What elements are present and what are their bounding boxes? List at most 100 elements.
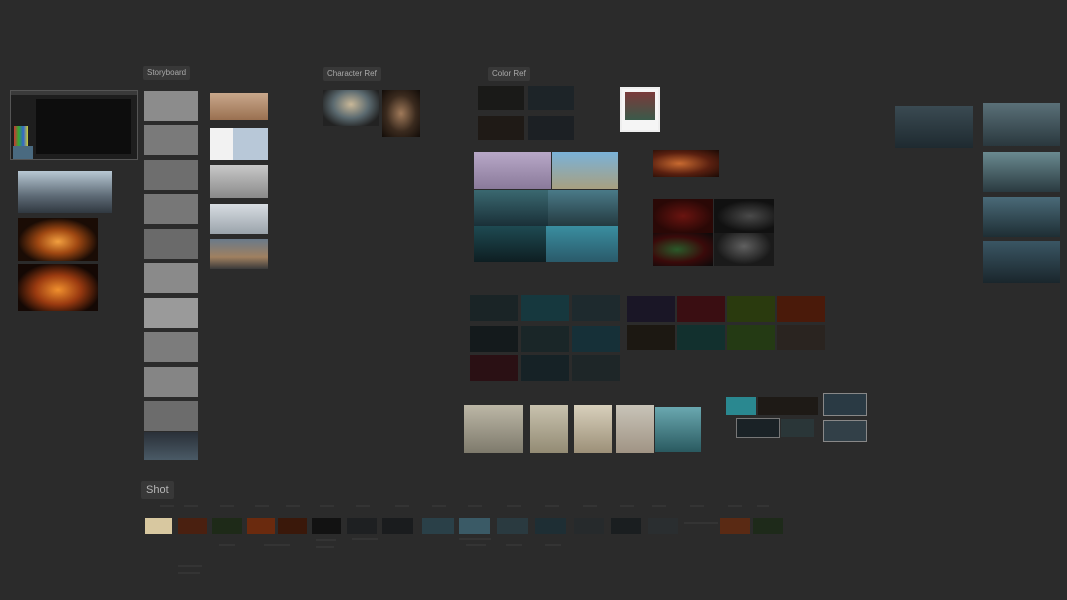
fog-ref-tree[interactable]: [464, 405, 523, 453]
shot-note[interactable]: [178, 572, 200, 574]
section-label-character-ref[interactable]: Character Ref: [323, 67, 381, 81]
shot-note[interactable]: [652, 505, 666, 507]
storyboard-frame-8[interactable]: [144, 332, 198, 362]
shot-thumb-11[interactable]: [497, 518, 528, 534]
shot-note[interactable]: [286, 505, 300, 507]
shot-note[interactable]: [583, 505, 597, 507]
shot-thumb-1[interactable]: [145, 518, 172, 534]
dark-ref-8[interactable]: [521, 355, 569, 381]
color-ref-green-room[interactable]: [653, 233, 713, 266]
shot-note[interactable]: [178, 565, 202, 567]
storyboard-frame-2[interactable]: [144, 125, 198, 155]
reference-image-software-screenshot[interactable]: [10, 90, 138, 160]
small-ref-dark-2[interactable]: [736, 418, 780, 438]
storyboard-frame-1[interactable]: [144, 91, 198, 121]
shot-note[interactable]: [356, 505, 370, 507]
shot-thumb-4[interactable]: [247, 518, 275, 534]
color-ref-night-1[interactable]: [478, 86, 524, 110]
shot-thumb-13[interactable]: [574, 518, 604, 534]
color-ref-teal-tunnel[interactable]: [474, 226, 546, 262]
color-ref-red-room[interactable]: [653, 199, 713, 233]
section-label-shot[interactable]: Shot: [141, 481, 174, 499]
dark-ref-4[interactable]: [470, 326, 518, 352]
storyboard-frame-10[interactable]: [144, 401, 198, 431]
mixed-ref-5[interactable]: [627, 325, 675, 350]
dark-ref-7[interactable]: [470, 355, 518, 381]
dark-ref-9[interactable]: [572, 355, 620, 381]
dark-ref-3[interactable]: [572, 295, 620, 321]
shot-thumb-10[interactable]: [459, 518, 490, 534]
color-ref-dark-door[interactable]: [714, 199, 774, 233]
small-ref-dark-1[interactable]: [758, 397, 818, 415]
section-label-storyboard[interactable]: Storyboard: [143, 66, 191, 80]
character-ref-hooded-figure[interactable]: [323, 90, 379, 126]
shot-thumb-8[interactable]: [382, 518, 413, 534]
shot-note[interactable]: [468, 505, 482, 507]
fog-ref-forest[interactable]: [530, 405, 568, 453]
color-ref-corridor[interactable]: [714, 233, 774, 266]
shot-note[interactable]: [507, 505, 521, 507]
color-ref-night-4[interactable]: [528, 116, 574, 140]
small-ref-teal[interactable]: [726, 397, 756, 415]
shot-thumb-9[interactable]: [422, 518, 454, 534]
fog-ref-teal[interactable]: [655, 407, 701, 452]
dark-ref-1[interactable]: [470, 295, 518, 321]
storyboard-frame-7[interactable]: [144, 298, 198, 328]
shot-thumb-12[interactable]: [535, 518, 566, 534]
storyboard-frame-3[interactable]: [144, 160, 198, 190]
color-ref-teal-mountains[interactable]: [548, 190, 618, 226]
shot-note[interactable]: [255, 505, 269, 507]
shot-thumb-5[interactable]: [278, 518, 307, 534]
color-ref-blue-sky[interactable]: [552, 152, 618, 189]
shot-note[interactable]: [690, 505, 704, 507]
shot-thumb-16[interactable]: [720, 518, 750, 534]
small-ref-ui-2[interactable]: [823, 420, 867, 442]
mixed-ref-2[interactable]: [677, 296, 725, 322]
shot-thumb-6[interactable]: [312, 518, 341, 534]
shot-note[interactable]: [757, 505, 769, 507]
shot-note[interactable]: [316, 539, 336, 541]
mixed-ref-3[interactable]: [727, 296, 775, 322]
storyboard-frame-11[interactable]: [144, 432, 198, 460]
shot-note[interactable]: [320, 505, 334, 507]
shot-note[interactable]: [184, 505, 198, 507]
small-ref-ui-1[interactable]: [823, 393, 867, 416]
dark-ref-2[interactable]: [521, 295, 569, 321]
dark-ref-6[interactable]: [572, 326, 620, 352]
mixed-ref-4[interactable]: [777, 296, 825, 322]
shot-note[interactable]: [620, 505, 634, 507]
storyboard-frame-4[interactable]: [144, 194, 198, 224]
dark-ref-5[interactable]: [521, 326, 569, 352]
shot-note[interactable]: [506, 544, 522, 546]
shot-note[interactable]: [459, 538, 491, 540]
shot-note[interactable]: [395, 505, 409, 507]
mixed-ref-8[interactable]: [777, 325, 825, 350]
storyboard-ref-dusk[interactable]: [210, 239, 268, 269]
color-ref-night-2[interactable]: [528, 86, 574, 110]
storyboard-frame-9[interactable]: [144, 367, 198, 397]
shot-note[interactable]: [264, 544, 290, 546]
storyboard-ref-snow[interactable]: [210, 204, 268, 234]
color-ref-night-3[interactable]: [478, 116, 524, 140]
shot-note[interactable]: [545, 505, 559, 507]
reference-image-pier-1[interactable]: [895, 106, 973, 148]
shot-thumb-15[interactable]: [648, 518, 678, 534]
shot-note[interactable]: [160, 505, 174, 507]
color-ref-teal-figures[interactable]: [546, 226, 618, 262]
storyboard-ref-document[interactable]: [210, 128, 268, 160]
reference-image-pier-3[interactable]: [983, 152, 1060, 192]
shot-thumb-17[interactable]: [753, 518, 783, 534]
shot-thumb-7[interactable]: [347, 518, 377, 534]
shot-note[interactable]: [316, 546, 334, 548]
reference-image-pier-5[interactable]: [983, 241, 1060, 283]
storyboard-ref-wreck[interactable]: [210, 165, 268, 198]
shot-thumb-14[interactable]: [611, 518, 641, 534]
color-ref-framed-photo[interactable]: [620, 87, 660, 132]
reference-image-lit-building-night[interactable]: [18, 218, 98, 261]
small-ref-dark-3[interactable]: [781, 419, 814, 437]
shot-thumb-3[interactable]: [212, 518, 242, 534]
shot-note[interactable]: [220, 505, 234, 507]
moodboard-canvas[interactable]: Storyboard Character Ref Color Ref Shot: [0, 0, 1067, 600]
reference-image-pier-2[interactable]: [983, 103, 1060, 146]
shot-note[interactable]: [352, 538, 378, 540]
